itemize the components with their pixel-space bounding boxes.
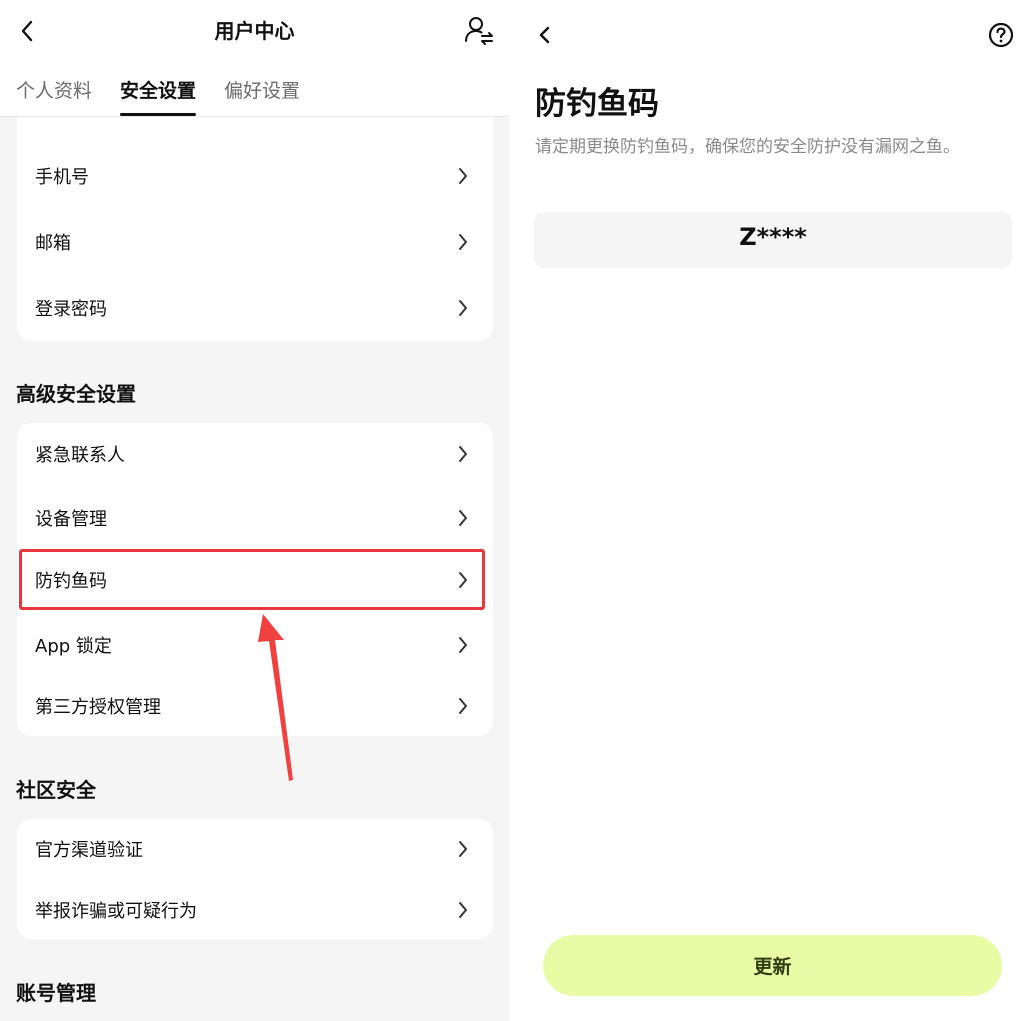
list-item-label: 官方渠道验证 <box>35 840 143 861</box>
section-title-community: 社区安全 <box>16 778 96 802</box>
chevron-right-icon <box>459 572 467 588</box>
back-button[interactable] <box>531 20 559 50</box>
chevron-right-icon <box>459 510 467 526</box>
tab-profile[interactable]: 个人资料 <box>16 76 92 116</box>
list-item-official-channel-verify[interactable]: 官方渠道验证 <box>17 821 493 877</box>
page-description: 请定期更换防钓鱼码，确保您的安全防护没有漏网之鱼。 <box>535 137 960 157</box>
page-title: 用户中心 <box>214 19 295 43</box>
chevron-left-icon <box>539 26 550 44</box>
chevron-right-icon <box>459 168 467 184</box>
list-item-anti-phishing-code[interactable]: 防钓鱼码 <box>17 552 493 608</box>
tab-preferences[interactable]: 偏好设置 <box>224 76 300 116</box>
section-title-advanced: 高级安全设置 <box>16 382 136 406</box>
list-item-label: 登录密码 <box>35 299 107 320</box>
list-item-label: 手机号 <box>35 167 89 188</box>
switch-account-button[interactable] <box>464 15 494 45</box>
advanced-security-card: 紧急联系人 设备管理 防钓鱼码 App 锁定 第三方授权管理 <box>17 423 493 736</box>
list-item-label: 第三方授权管理 <box>35 697 161 718</box>
anti-phishing-code-page: 防钓鱼码 请定期更换防钓鱼码，确保您的安全防护没有漏网之鱼。 Z**** 更新 <box>509 0 1030 1021</box>
list-item-emergency-contact[interactable]: 紧急联系人 <box>17 426 493 482</box>
chevron-right-icon <box>459 841 467 857</box>
list-item-label: 紧急联系人 <box>35 445 125 466</box>
list-item-report-fraud[interactable]: 举报诈骗或可疑行为 <box>17 882 493 938</box>
tab-security[interactable]: 安全设置 <box>120 76 197 116</box>
list-item-label: App 锁定 <box>35 636 112 657</box>
chevron-right-icon <box>459 234 467 250</box>
list-item-email[interactable]: 邮箱 <box>17 214 493 270</box>
list-item-third-party-auth[interactable]: 第三方授权管理 <box>17 678 493 734</box>
list-item-login-password[interactable]: 登录密码 <box>17 280 493 336</box>
chevron-right-icon <box>459 300 467 316</box>
list-item-label: 防钓鱼码 <box>35 571 107 592</box>
chevron-right-icon <box>459 637 467 653</box>
update-button[interactable]: 更新 <box>543 935 1002 996</box>
top-bar: 用户中心 个人资料 安全设置 偏好设置 <box>0 0 509 117</box>
list-item-label: 设备管理 <box>35 509 107 530</box>
list-item-device-management[interactable]: 设备管理 <box>17 490 493 546</box>
list-item-label: 举报诈骗或可疑行为 <box>35 901 197 922</box>
page-title: 防钓鱼码 <box>535 86 659 122</box>
help-button[interactable] <box>987 21 1015 49</box>
chevron-right-icon <box>459 446 467 462</box>
user-center-panel: 用户中心 个人资料 安全设置 偏好设置 手机号 邮箱 登录密码 高级安全设置 紧… <box>0 0 509 1021</box>
chevron-right-icon <box>459 902 467 918</box>
tab-bar: 个人资料 安全设置 偏好设置 <box>16 76 300 116</box>
community-security-card: 官方渠道验证 举报诈骗或可疑行为 <box>17 819 493 939</box>
help-icon <box>988 22 1014 48</box>
list-item-phone[interactable]: 手机号 <box>17 148 493 204</box>
section-title-account-management: 账号管理 <box>16 981 96 1005</box>
user-switch-icon <box>465 17 493 45</box>
list-item-label: 邮箱 <box>35 233 71 254</box>
chevron-right-icon <box>459 698 467 714</box>
anti-phishing-code-display: Z**** <box>534 212 1012 268</box>
account-security-card: 手机号 邮箱 登录密码 <box>17 84 493 341</box>
list-item-app-lock[interactable]: App 锁定 <box>17 617 493 673</box>
